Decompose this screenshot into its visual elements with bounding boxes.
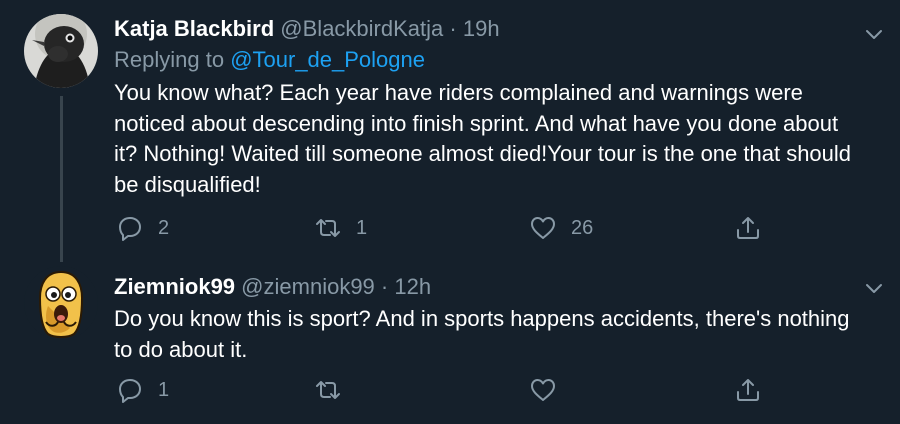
retweet-icon: [316, 381, 340, 399]
reply-count: 2: [158, 216, 170, 239]
tweet[interactable]: Ziemniok99 @ziemniok99 · 12h Do you know…: [0, 262, 900, 424]
replying-to-label: Replying to: [114, 47, 231, 72]
avatar[interactable]: [24, 266, 98, 340]
chevron-down-icon[interactable]: [862, 276, 886, 300]
reply-button[interactable]: 1: [116, 375, 169, 405]
bird-photo-avatar-image: [24, 14, 98, 88]
tweet-header: Ziemniok99 @ziemniok99 · 12h: [114, 272, 860, 302]
tweet-text: You know what? Each year have riders com…: [114, 80, 852, 197]
display-name[interactable]: Ziemniok99: [114, 274, 235, 299]
like-button[interactable]: 26: [529, 213, 593, 243]
heart-icon: [531, 379, 555, 401]
replying-to-line: Replying to @Tour_de_Pologne: [114, 44, 860, 76]
timestamp[interactable]: 19h: [463, 16, 500, 41]
retweet-icon: [316, 219, 340, 237]
heart-icon: [531, 217, 555, 239]
user-handle[interactable]: @BlackbirdKatja: [280, 16, 443, 41]
separator-dot: ·: [380, 274, 389, 299]
tweet[interactable]: Katja Blackbird @BlackbirdKatja · 19h Re…: [0, 0, 900, 262]
reply-button[interactable]: 2: [116, 213, 169, 243]
timestamp[interactable]: 12h: [394, 274, 431, 299]
share-button[interactable]: [734, 213, 762, 243]
retweet-button[interactable]: [314, 375, 356, 405]
chevron-down-icon[interactable]: [862, 22, 886, 46]
retweet-count: 1: [356, 216, 368, 239]
tweet-content: Katja Blackbird @BlackbirdKatja · 19h Re…: [114, 14, 860, 200]
like-count: 26: [571, 216, 594, 239]
reply-count: 1: [158, 378, 170, 401]
tweet-text: Do you know this is sport? And in sports…: [114, 306, 850, 362]
thread-connector-line: [60, 96, 63, 262]
user-handle[interactable]: @ziemniok99: [241, 274, 375, 299]
retweet-button[interactable]: 1: [314, 213, 367, 243]
like-button[interactable]: [529, 375, 571, 405]
share-button[interactable]: [734, 375, 762, 405]
separator-dot: ·: [449, 16, 457, 41]
tweet-content: Ziemniok99 @ziemniok99 · 12h Do you know…: [114, 272, 860, 365]
avatar[interactable]: [24, 14, 98, 88]
share-icon: [737, 379, 759, 401]
reply-icon: [119, 217, 141, 241]
tweet-header: Katja Blackbird @BlackbirdKatja · 19h: [114, 14, 860, 44]
share-icon: [737, 217, 759, 239]
mention-link[interactable]: @Tour_de_Pologne: [230, 47, 425, 72]
display-name[interactable]: Katja Blackbird: [114, 16, 274, 41]
reply-icon: [119, 379, 141, 403]
potato-cartoon-avatar-image: [24, 266, 98, 340]
